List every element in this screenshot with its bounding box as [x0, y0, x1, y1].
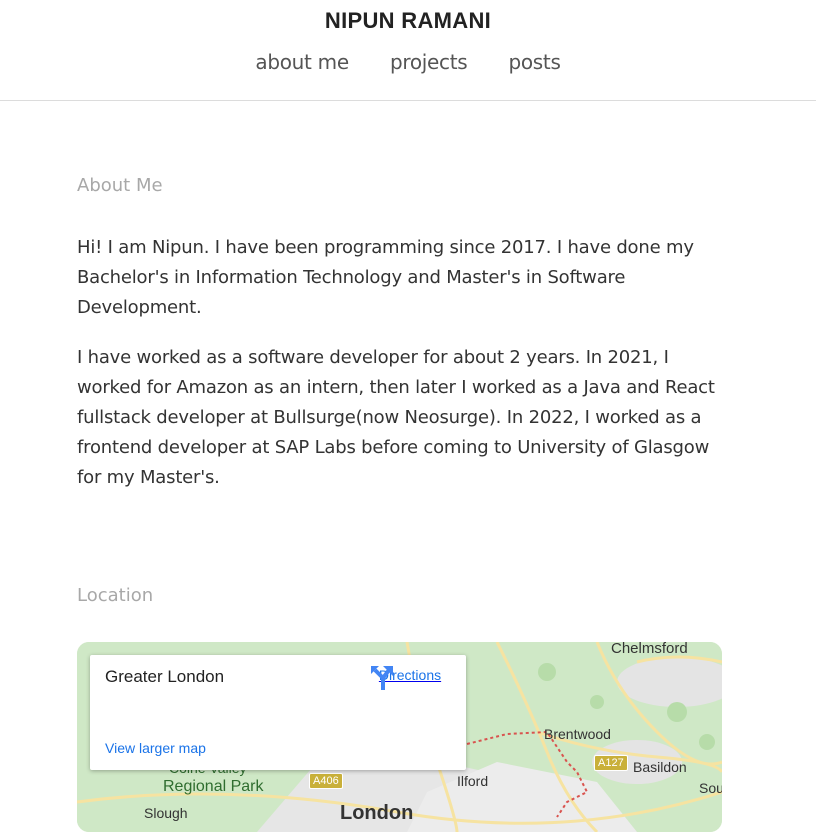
- map-label-ilford: Ilford: [457, 773, 489, 789]
- nav-link-posts[interactable]: posts: [508, 50, 560, 74]
- map-label-basildon: Basildon: [633, 759, 687, 775]
- map-info-card: Greater London Directions View larger ma…: [90, 655, 466, 770]
- directions-button[interactable]: Directions: [370, 665, 450, 690]
- map-label-london: London: [340, 802, 414, 824]
- map-label-sou: Sou: [699, 780, 722, 796]
- embedded-map[interactable]: Chelmsford Brentwood Basildon Ilford Col…: [77, 642, 722, 832]
- view-larger-map-link[interactable]: View larger map: [105, 740, 206, 756]
- nav-link-projects[interactable]: projects: [390, 50, 468, 74]
- site-header: NIPUN RAMANI about me projects posts: [0, 0, 816, 101]
- main-nav: about me projects posts: [0, 50, 816, 74]
- map-place-name: Greater London: [105, 667, 225, 686]
- about-heading: About Me: [77, 175, 163, 196]
- location-heading: Location: [77, 585, 154, 606]
- about-text: Hi! I am Nipun. I have been programming …: [77, 233, 727, 513]
- road-badge-a406: A406: [309, 773, 343, 789]
- nav-link-about-me[interactable]: about me: [255, 50, 349, 74]
- about-paragraph: I have worked as a software developer fo…: [77, 347, 715, 488]
- map-label-regional-park: Regional Park: [163, 778, 264, 795]
- directions-icon: [371, 666, 393, 690]
- site-title[interactable]: NIPUN RAMANI: [0, 8, 816, 34]
- about-paragraph: Hi! I am Nipun. I have been programming …: [77, 237, 694, 318]
- map-label-brentwood: Brentwood: [544, 726, 611, 742]
- map-label-slough: Slough: [144, 805, 188, 821]
- road-badge-a127: A127: [594, 755, 628, 771]
- map-label-chelmsford: Chelmsford: [611, 642, 688, 657]
